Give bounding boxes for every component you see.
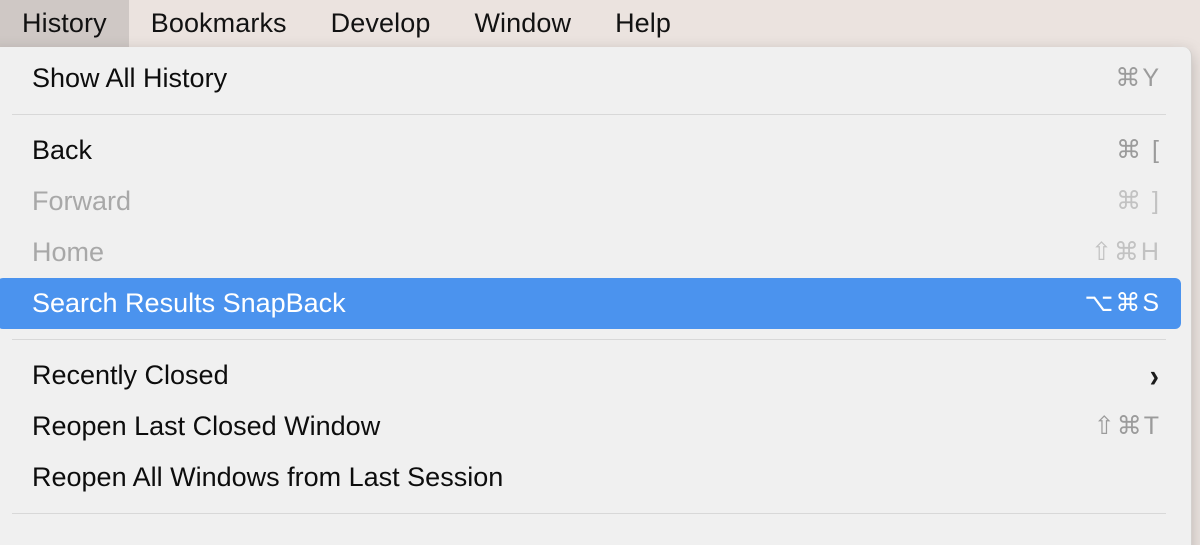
menu-item-label: Show All History <box>32 63 228 93</box>
menu-separator <box>12 114 1166 115</box>
menu-item-label: Forward <box>32 186 132 216</box>
menu-item-reopen-last-closed-window[interactable]: Reopen Last Closed Window ⇧⌘T <box>0 401 1181 452</box>
menu-item-show-all-history[interactable]: Show All History ⌘Y <box>0 53 1181 104</box>
menu-item-label: Recently Closed <box>32 360 229 390</box>
menu-item-shortcut: ⌘ [ <box>1116 136 1161 164</box>
menu-item-label: Reopen All Windows from Last Session <box>32 462 504 492</box>
menu-item-reopen-all-windows-from-last-session[interactable]: Reopen All Windows from Last Session <box>0 452 1181 503</box>
menu-item-forward: Forward ⌘ ] <box>0 176 1181 227</box>
menubar-item-develop[interactable]: Develop <box>309 0 453 47</box>
menu-item-back[interactable]: Back ⌘ [ <box>0 125 1181 176</box>
menubar-item-window[interactable]: Window <box>452 0 593 47</box>
menu-item-label: Back <box>32 135 93 165</box>
menu-item-home: Home ⇧⌘H <box>0 227 1181 278</box>
menu-item-shortcut: ⌥⌘S <box>1084 289 1161 317</box>
menubar-item-history[interactable]: History <box>0 0 129 47</box>
menu-item-recently-closed[interactable]: Recently Closed › <box>0 350 1181 401</box>
menu-separator <box>12 513 1166 514</box>
history-menu-dropdown: Show All History ⌘Y Back ⌘ [ Forward ⌘ ] Home ⇧… <box>0 47 1192 545</box>
menu-item-search-results-snapback[interactable]: Search Results SnapBack ⌥⌘S <box>0 278 1181 329</box>
chevron-right-icon: › <box>1149 357 1159 393</box>
menu-item-list: Show All History ⌘Y Back ⌘ [ Forward ⌘ ] Home ⇧… <box>0 47 1191 514</box>
menu-separator <box>12 339 1166 340</box>
menu-item-shortcut: ⇧⌘T <box>1093 412 1161 440</box>
menu-item-label: Reopen Last Closed Window <box>32 411 381 441</box>
screen: History Bookmarks Develop Window Help Show A… <box>0 0 1200 545</box>
menu-bar: History Bookmarks Develop Window Help <box>0 0 1200 47</box>
menu-item-label: Search Results SnapBack <box>32 288 346 318</box>
menu-item-shortcut: ⇧⌘H <box>1090 238 1161 266</box>
menubar-item-bookmarks[interactable]: Bookmarks <box>129 0 309 47</box>
menubar-item-help[interactable]: Help <box>593 0 693 47</box>
menu-item-label: Home <box>32 237 105 267</box>
menu-item-shortcut: ⌘Y <box>1115 64 1161 92</box>
menu-item-shortcut: ⌘ ] <box>1116 187 1161 215</box>
